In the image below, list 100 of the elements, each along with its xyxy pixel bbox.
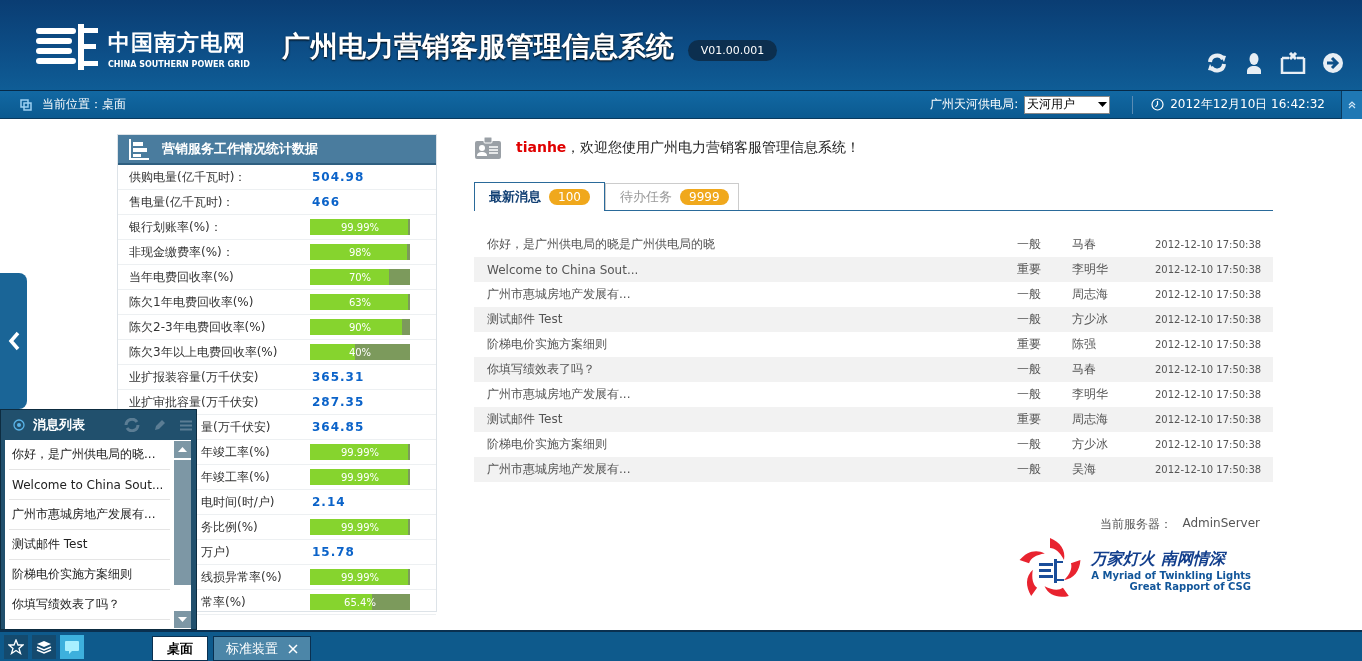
message-time: 2012-12-10 17:50:38	[1155, 364, 1262, 375]
slogan-english: A Myriad of Twinkling Lights	[1091, 569, 1251, 581]
progress-reading: 90%	[347, 320, 373, 335]
exit-icon[interactable]	[1322, 52, 1344, 74]
progress-reading: 99.99%	[339, 570, 381, 585]
message-time: 2012-12-10 17:50:38	[1155, 239, 1262, 250]
scroll-down-icon[interactable]	[178, 617, 187, 622]
dock-button[interactable]	[32, 634, 56, 659]
bar-chart-icon	[128, 138, 150, 160]
message-priority: 一般	[1017, 461, 1042, 478]
message-subject[interactable]: Welcome to China Sout...	[474, 262, 1017, 277]
slogan-english: Great Rapport of CSG	[1129, 580, 1251, 592]
message-item[interactable]: 广州市惠城房地产发展有...	[9, 500, 170, 530]
message-sender: 李明华	[1072, 386, 1109, 403]
stat-label: 线损异常率(%)	[201, 568, 283, 586]
system-title: 广州电力营销客服管理信息系统	[281, 29, 674, 65]
star-icon	[8, 638, 24, 655]
stat-label: 务比例(%)	[201, 518, 259, 536]
server-label: 当前服务器：	[1100, 516, 1173, 533]
message-subject[interactable]: 阶梯电价实施方案细则	[474, 336, 1017, 353]
caret-icon	[1098, 102, 1108, 107]
message-subject[interactable]: 你好，是广州供电局的晓是广州供电局的晓	[474, 236, 1017, 253]
message-subject[interactable]: 测试邮件 Test	[474, 311, 1017, 328]
message-item[interactable]: 你好，是广州供电局的晓...	[9, 440, 170, 470]
welcome-message: tianhe，欢迎您使用广州电力营销客服管理信息系统！	[516, 139, 861, 157]
message-sender: 周志海	[1072, 411, 1109, 428]
message-sender: 马春	[1072, 236, 1097, 253]
dock-button[interactable]	[60, 634, 84, 659]
windows-icon	[20, 98, 32, 111]
message-sender: 方少冰	[1072, 311, 1109, 328]
message-item[interactable]: 你填写绩效表了吗？	[9, 590, 170, 620]
message-priority: 一般	[1017, 436, 1042, 453]
breadcrumb: 当前位置：桌面	[42, 96, 126, 113]
stat-label: 供购电量(亿千瓦时)：	[128, 168, 248, 186]
count-badge: 100	[549, 189, 590, 205]
message-sender: 吴海	[1072, 461, 1097, 478]
message-time: 2012-12-10 17:50:38	[1155, 439, 1262, 450]
message-priority: 一般	[1017, 386, 1042, 403]
stat-value: 287.35	[312, 395, 365, 409]
progress-reading: 98%	[347, 245, 373, 260]
message-time: 2012-12-10 17:50:38	[1155, 464, 1262, 475]
progress-reading: 40%	[347, 345, 373, 360]
stat-label: 银行划账率(%)：	[128, 218, 223, 236]
message-priority: 一般	[1017, 361, 1042, 378]
progress-reading: 99.99%	[339, 445, 381, 460]
message-item[interactable]: Welcome to China Sout...	[9, 470, 170, 500]
close-icon[interactable]	[288, 643, 298, 654]
message-subject[interactable]: 广州市惠城房地产发展有...	[474, 461, 1017, 478]
collapse-button[interactable]	[1341, 90, 1362, 119]
stat-label: 当年电费回收率(%)	[128, 268, 235, 286]
message-sender: 李明华	[1072, 261, 1109, 278]
version-badge: V01.00.001	[687, 40, 778, 61]
progress-reading: 99.99%	[339, 520, 381, 535]
stat-label: 电时间(时/户)	[201, 493, 276, 511]
stat-value: 2.14	[312, 495, 346, 509]
page-tab[interactable]: 标准装置	[213, 636, 311, 661]
count-badge: 9999	[680, 189, 729, 205]
org-select[interactable]: 天河用户	[1024, 95, 1111, 114]
page-tab[interactable]: 桌面	[152, 636, 208, 661]
stat-value: 365.31	[312, 370, 365, 384]
message-priority: 重要	[1017, 336, 1042, 353]
side-panel-toggle[interactable]	[0, 273, 27, 409]
message-priority: 一般	[1017, 236, 1042, 253]
close-box-icon[interactable]	[1280, 52, 1306, 74]
message-priority: 一般	[1017, 286, 1042, 303]
refresh-icon[interactable]	[1206, 52, 1228, 74]
scroll-thumb[interactable]	[174, 460, 191, 585]
message-sender: 周志海	[1072, 286, 1109, 303]
brand-name: 中国南方电网	[108, 29, 247, 57]
scrollbar[interactable]	[174, 440, 191, 629]
logo-icon	[36, 24, 98, 70]
stat-value: 364.85	[312, 420, 365, 434]
slogan: 万家灯火 南网情深	[1091, 548, 1228, 570]
stat-label: 常率(%)	[201, 593, 247, 611]
message-priority: 重要	[1017, 411, 1042, 428]
message-item[interactable]: 阶梯电价实施方案细则	[9, 560, 170, 590]
scroll-up-icon[interactable]	[178, 447, 187, 452]
progress-reading: 65.4%	[343, 595, 377, 610]
dock-button[interactable]	[4, 634, 28, 659]
stats-header: 营销服务工作情况统计数据	[118, 135, 436, 165]
stat-label: 年竣工率(%)	[201, 468, 271, 486]
message-subject[interactable]: 你填写绩效表了吗？	[474, 361, 1017, 378]
message-subject[interactable]: 测试邮件 Test	[474, 411, 1017, 428]
stat-value: 466	[312, 195, 341, 209]
id-card-icon	[474, 136, 502, 160]
layers-icon	[36, 638, 52, 655]
message-subject[interactable]: 阶梯电价实施方案细则	[474, 436, 1017, 453]
date-time: 2012年12月10日 16:42:32	[1170, 96, 1325, 113]
stat-label: 陈欠1年电费回收率(%)	[128, 293, 255, 311]
stat-label: 年竣工率(%)	[201, 443, 271, 461]
message-item[interactable]: 测试邮件 Test	[9, 530, 170, 560]
chevron-left-icon	[7, 331, 20, 351]
target-icon	[13, 419, 25, 431]
message-subject[interactable]: 广州市惠城房地产发展有...	[474, 386, 1017, 403]
message-sender: 陈强	[1072, 336, 1097, 353]
message-tab[interactable]: 最新消息 100	[474, 182, 605, 211]
chat-icon	[64, 638, 80, 655]
message-subject[interactable]: 广州市惠城房地产发展有...	[474, 286, 1017, 303]
user-icon[interactable]	[1244, 52, 1264, 74]
progress-reading: 99.99%	[339, 470, 381, 485]
